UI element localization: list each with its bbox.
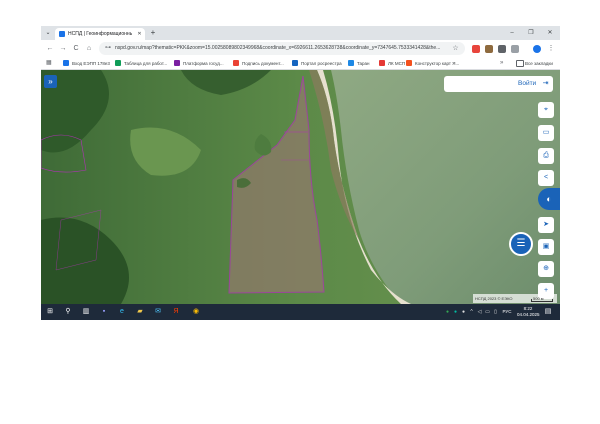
- bookmark-favicon-icon: [233, 60, 239, 66]
- search-icon[interactable]: ⚲: [63, 307, 73, 317]
- folder-icon[interactable]: ▰: [135, 307, 145, 317]
- other-bookmarks[interactable]: Все закладки: [516, 59, 558, 68]
- bookmark-label: Платформа госуд...: [183, 61, 224, 66]
- tab-search-icon[interactable]: ⌄: [44, 29, 52, 37]
- minimize-button[interactable]: –: [504, 28, 520, 38]
- close-window-button[interactable]: ✕: [542, 28, 558, 38]
- expand-panel-button[interactable]: »: [44, 75, 57, 88]
- satellite-imagery: [41, 70, 560, 304]
- extension-icon[interactable]: [472, 45, 480, 53]
- task-view-icon[interactable]: ▥: [81, 307, 91, 317]
- satellite-map[interactable]: » Войти ⇥ ⌖ ▭ ⎙ < ◐ ➤ ▣ ⊕ + ☰ НСПД 2023 …: [41, 70, 560, 304]
- new-tab-button[interactable]: +: [149, 29, 157, 37]
- navigate-tool-button[interactable]: ➤: [538, 217, 554, 233]
- maximize-button[interactable]: ❐: [523, 28, 539, 38]
- chat-button[interactable]: ☰: [509, 232, 533, 256]
- speaker-icon[interactable]: ◁: [476, 308, 483, 316]
- bookmark-item[interactable]: Платформа госуд...: [174, 59, 230, 68]
- bookmark-favicon-icon: [115, 60, 121, 66]
- location-tool-button[interactable]: ⌖: [538, 102, 554, 118]
- forward-button[interactable]: →: [58, 44, 68, 54]
- status-green-icon[interactable]: ●: [444, 308, 451, 316]
- side-panel-button[interactable]: ◐: [538, 188, 560, 210]
- bookmark-label: Таблица для работ...: [124, 61, 168, 66]
- browser-menu-icon[interactable]: ⋮: [546, 44, 556, 54]
- extension-icon[interactable]: [498, 45, 506, 53]
- bookmark-label: ЛК МСП: [388, 61, 406, 66]
- edge-icon[interactable]: e: [117, 307, 127, 317]
- bookmark-item[interactable]: Таран: [348, 59, 376, 68]
- login-button[interactable]: Войти ⇥: [444, 76, 553, 92]
- bookmarks-more-icon[interactable]: »: [499, 59, 507, 68]
- bookmark-favicon-icon: [63, 60, 69, 66]
- extension-icon[interactable]: [485, 45, 493, 53]
- reload-button[interactable]: C: [71, 44, 81, 54]
- bookmark-label: Портал росреестра: [301, 61, 342, 66]
- bookmark-star-icon[interactable]: ☆: [451, 44, 460, 53]
- chrome-icon[interactable]: ◉: [191, 307, 201, 317]
- network-icon[interactable]: ▭: [484, 308, 491, 316]
- bookmark-favicon-icon: [406, 60, 412, 66]
- image-tool-button[interactable]: ▣: [538, 239, 554, 255]
- folder-icon: [516, 60, 524, 67]
- windows-taskbar: ⊞ ⚲ ▥ ▪ e ▰ ✉ Я ◉ ● ● ● ^ ◁ ▭ ▯ РУС 8:22…: [41, 304, 560, 320]
- apps-grid-icon[interactable]: ▦: [45, 59, 55, 68]
- bookmark-label: Таран: [357, 61, 370, 66]
- tab-nspd[interactable]: НСПД | Геоинформационный ✕: [55, 28, 145, 40]
- scale-label: 500 м: [533, 296, 544, 301]
- clock-date[interactable]: 04.04.2025: [517, 312, 540, 318]
- notifications-icon[interactable]: ▤: [543, 307, 553, 317]
- address-bar[interactable]: ⊶ nspd.gov.ru/map?thematic=PKK&zoom=15.0…: [99, 42, 465, 55]
- battery-icon[interactable]: ▯: [492, 308, 499, 316]
- login-icon: ⇥: [542, 80, 549, 87]
- tab-favicon-icon: [59, 31, 65, 37]
- bookmark-item[interactable]: Портал росреестра: [292, 59, 344, 68]
- bookmark-label: Вход ЕЭПП 178e3: [72, 61, 110, 66]
- tab-title: НСПД | Геоинформационный: [68, 31, 132, 37]
- yandex-icon[interactable]: Я: [171, 307, 181, 317]
- bookmark-item[interactable]: ЛК МСП: [379, 59, 407, 68]
- bookmark-item[interactable]: Конструктор карт Я...: [406, 59, 466, 68]
- browser-window: ⌄ НСПД | Геоинформационный ✕ + – ❐ ✕ ← →…: [41, 26, 560, 320]
- bookmark-favicon-icon: [292, 60, 298, 66]
- save-app-icon[interactable]: ▪: [99, 307, 109, 317]
- bookmark-item[interactable]: Таблица для работ...: [115, 59, 169, 68]
- address-url[interactable]: nspd.gov.ru/map?thematic=PKK&zoom=15.002…: [115, 44, 445, 53]
- status-white-icon[interactable]: ●: [460, 308, 467, 316]
- home-button[interactable]: ⌂: [84, 44, 94, 54]
- tab-close-icon[interactable]: ✕: [136, 30, 143, 38]
- mail-icon[interactable]: ✉: [153, 307, 163, 317]
- bookmarks-bar: ▦ Вход ЕЭПП 178e3 Таблица для работ... П…: [41, 57, 560, 70]
- map-scale: НСПД 2023 © ЕЭКО 500 м: [473, 294, 557, 303]
- search-map-tool-button[interactable]: ⊕: [538, 261, 554, 277]
- browser-toolbar: ← → C ⌂ ⊶ nspd.gov.ru/map?thematic=PKK&z…: [41, 40, 560, 57]
- status-teal-icon[interactable]: ●: [452, 308, 459, 316]
- profile-avatar[interactable]: [533, 45, 541, 53]
- bookmark-favicon-icon: [174, 60, 180, 66]
- other-bookmarks-label: Все закладки: [525, 61, 553, 66]
- map-attribution: НСПД 2023 © ЕЭКО: [475, 296, 513, 301]
- bookmark-label: Подпись документ...: [242, 61, 284, 66]
- bookmark-favicon-icon: [348, 60, 354, 66]
- extension-icon[interactable]: [511, 45, 519, 53]
- chevron-up-icon[interactable]: ^: [468, 308, 475, 316]
- language-indicator[interactable]: РУС: [501, 308, 513, 316]
- bookmark-item[interactable]: Подпись документ...: [233, 59, 288, 68]
- print-tool-button[interactable]: ⎙: [538, 148, 554, 164]
- start-button[interactable]: ⊞: [45, 307, 55, 317]
- tab-strip: ⌄ НСПД | Геоинформационный ✕ + – ❐ ✕: [41, 26, 560, 40]
- bookmark-item[interactable]: Вход ЕЭПП 178e3: [63, 59, 111, 68]
- share-tool-button[interactable]: <: [538, 170, 554, 186]
- bookmark-favicon-icon: [379, 60, 385, 66]
- site-info-icon[interactable]: ⊶: [104, 44, 112, 53]
- layers-tool-button[interactable]: ▭: [538, 125, 554, 141]
- login-label: Войти: [518, 80, 537, 87]
- bookmark-label: Конструктор карт Я...: [415, 61, 460, 66]
- back-button[interactable]: ←: [45, 44, 55, 54]
